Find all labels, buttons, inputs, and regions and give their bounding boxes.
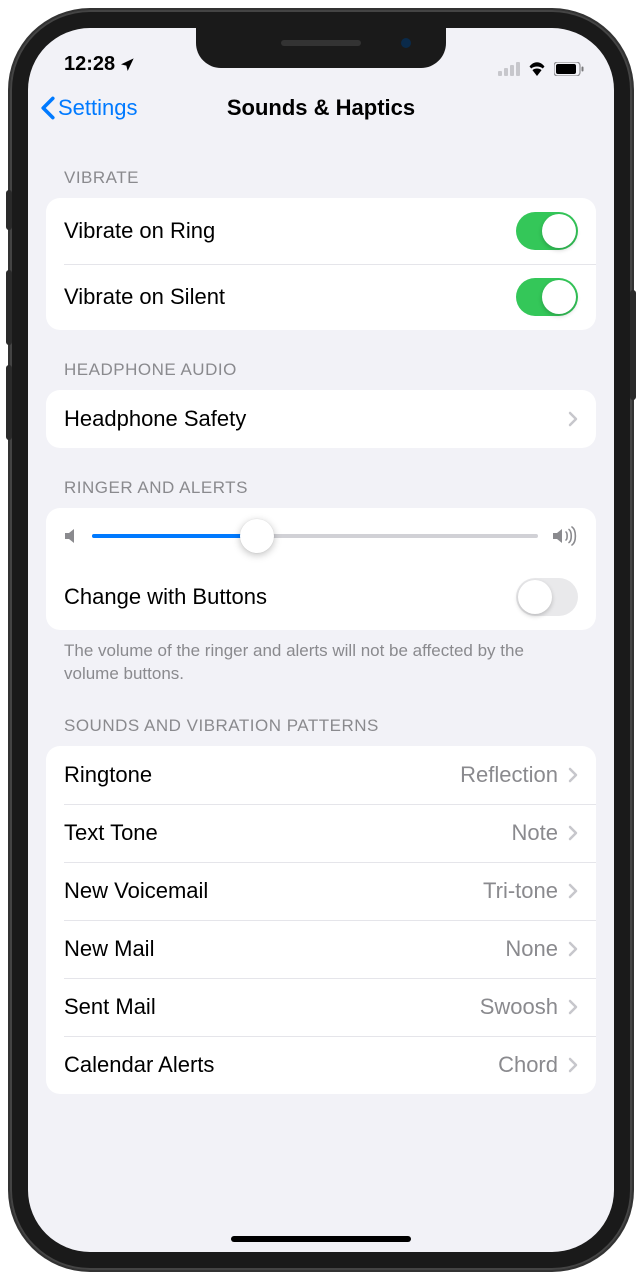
group-patterns: Ringtone Reflection Text Tone Note New V… xyxy=(46,746,596,1094)
back-button[interactable]: Settings xyxy=(40,95,138,121)
chevron-right-icon xyxy=(568,411,578,427)
row-sent-mail[interactable]: Sent Mail Swoosh xyxy=(46,978,596,1036)
row-detail: Note xyxy=(512,820,558,846)
chevron-right-icon xyxy=(568,941,578,957)
section-header-vibrate: VIBRATE xyxy=(46,138,596,198)
page-title: Sounds & Haptics xyxy=(227,95,415,121)
row-text-tone[interactable]: Text Tone Note xyxy=(46,804,596,862)
row-change-with-buttons: Change with Buttons xyxy=(46,564,596,630)
section-footer-ringer: The volume of the ringer and alerts will… xyxy=(46,630,596,686)
row-label: Ringtone xyxy=(64,762,152,788)
chevron-right-icon xyxy=(568,883,578,899)
row-label: Headphone Safety xyxy=(64,406,246,432)
row-label: Change with Buttons xyxy=(64,584,267,610)
row-vibrate-on-ring: Vibrate on Ring xyxy=(46,198,596,264)
volume-slider[interactable] xyxy=(92,534,538,538)
row-label: Vibrate on Ring xyxy=(64,218,215,244)
group-vibrate: Vibrate on Ring Vibrate on Silent xyxy=(46,198,596,330)
volume-high-icon xyxy=(552,526,578,546)
row-label: Sent Mail xyxy=(64,994,156,1020)
row-label: Text Tone xyxy=(64,820,158,846)
volume-low-icon xyxy=(64,527,78,545)
slider-fill xyxy=(92,534,257,538)
switch-vibrate-on-silent[interactable] xyxy=(516,278,578,316)
group-ringer: Change with Buttons xyxy=(46,508,596,630)
home-indicator[interactable] xyxy=(231,1236,411,1242)
switch-vibrate-on-ring[interactable] xyxy=(516,212,578,250)
content[interactable]: VIBRATE Vibrate on Ring Vibrate on Silen… xyxy=(28,138,614,1252)
wifi-icon xyxy=(527,61,547,76)
section-header-headphone: HEADPHONE AUDIO xyxy=(46,330,596,390)
chevron-left-icon xyxy=(40,96,56,120)
battery-icon xyxy=(554,62,584,76)
chevron-right-icon xyxy=(568,999,578,1015)
row-label: New Mail xyxy=(64,936,154,962)
status-bar: 12:28 xyxy=(28,28,614,78)
section-header-ringer: RINGER AND ALERTS xyxy=(46,448,596,508)
row-detail: None xyxy=(505,936,558,962)
row-headphone-safety[interactable]: Headphone Safety xyxy=(46,390,596,448)
chevron-right-icon xyxy=(568,825,578,841)
phone-frame: 12:28 xyxy=(10,10,632,1270)
row-detail: Reflection xyxy=(460,762,558,788)
location-icon xyxy=(119,57,135,73)
nav-bar: Settings Sounds & Haptics xyxy=(28,78,614,138)
row-detail: Tri-tone xyxy=(483,878,558,904)
slider-thumb[interactable] xyxy=(240,519,274,553)
group-headphone: Headphone Safety xyxy=(46,390,596,448)
chevron-right-icon xyxy=(568,1057,578,1073)
chevron-right-icon xyxy=(568,767,578,783)
row-volume-slider xyxy=(46,508,596,564)
row-label: Vibrate on Silent xyxy=(64,284,225,310)
row-label: Calendar Alerts xyxy=(64,1052,214,1078)
signal-icon xyxy=(498,62,520,76)
row-detail: Swoosh xyxy=(480,994,558,1020)
section-header-patterns: SOUNDS AND VIBRATION PATTERNS xyxy=(46,686,596,746)
screen: 12:28 xyxy=(28,28,614,1252)
back-label: Settings xyxy=(58,95,138,121)
row-label: New Voicemail xyxy=(64,878,208,904)
status-time: 12:28 xyxy=(64,53,115,76)
row-new-mail[interactable]: New Mail None xyxy=(46,920,596,978)
row-new-voicemail[interactable]: New Voicemail Tri-tone xyxy=(46,862,596,920)
row-ringtone[interactable]: Ringtone Reflection xyxy=(46,746,596,804)
row-detail: Chord xyxy=(498,1052,558,1078)
row-calendar-alerts[interactable]: Calendar Alerts Chord xyxy=(46,1036,596,1094)
switch-change-with-buttons[interactable] xyxy=(516,578,578,616)
row-vibrate-on-silent: Vibrate on Silent xyxy=(46,264,596,330)
